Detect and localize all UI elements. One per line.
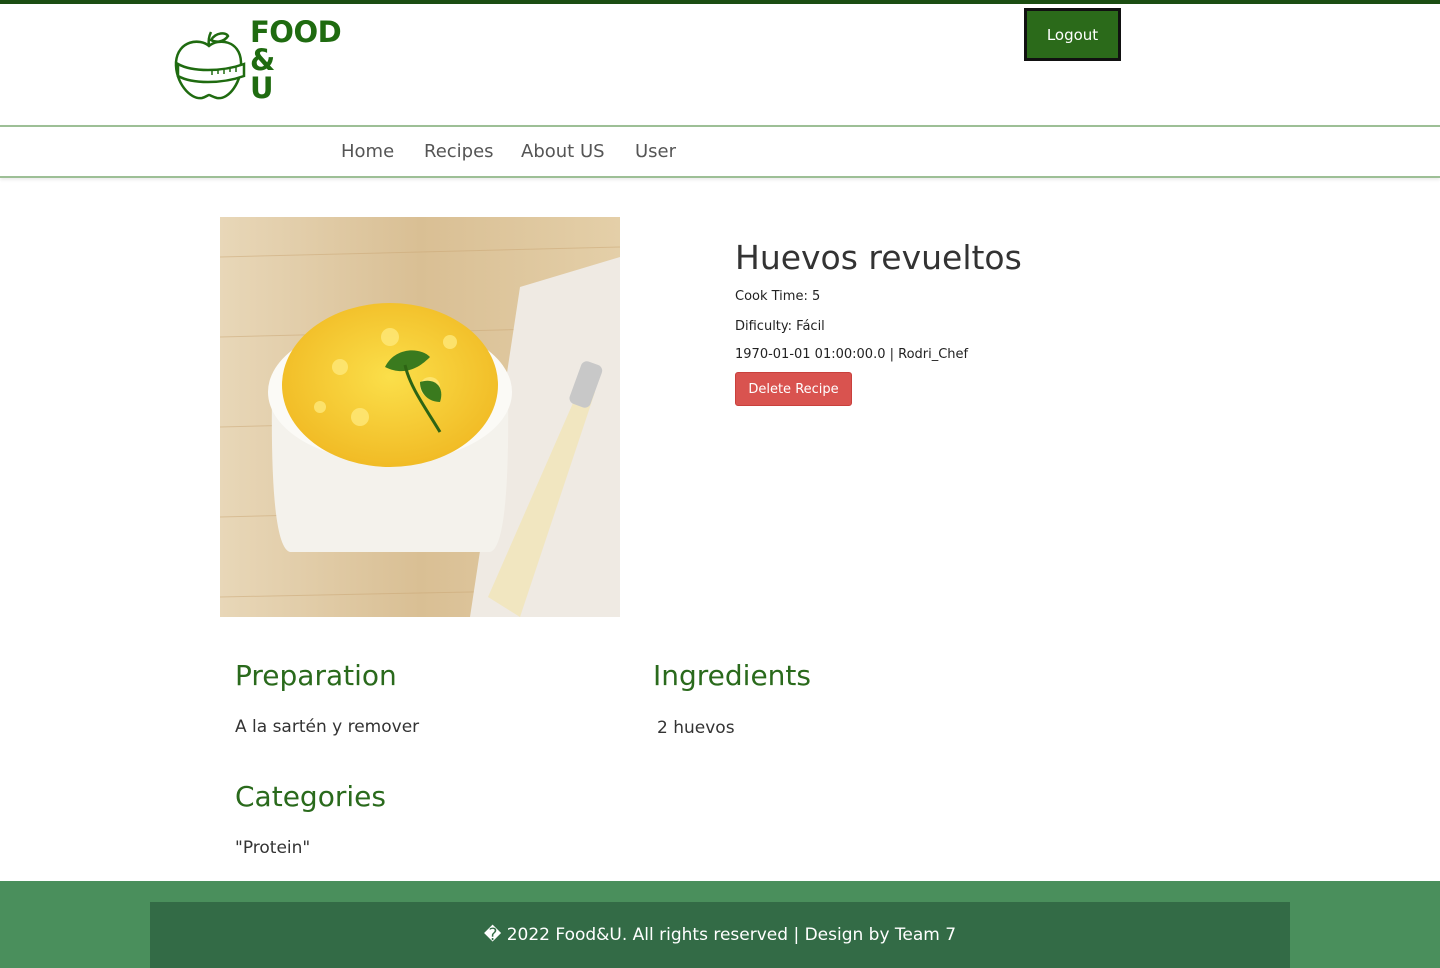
- logo-line-u: U: [250, 71, 274, 105]
- nav-item-recipes[interactable]: Recipes: [424, 141, 494, 162]
- categories-heading: Categories: [235, 780, 386, 813]
- footer-copyright: � 2022 Food&U. All rights reserved | Des…: [483, 925, 957, 945]
- nav-item-home[interactable]: Home: [341, 141, 394, 162]
- preparation-heading: Preparation: [235, 659, 397, 692]
- footer: � 2022 Food&U. All rights reserved | Des…: [0, 881, 1440, 968]
- recipe-image: [220, 217, 620, 617]
- categories-text: "Protein": [235, 838, 311, 858]
- logo-wordmark: FOOD & U: [250, 15, 342, 105]
- ingredients-text: 2 huevos: [657, 718, 735, 738]
- logo-line-food: FOOD: [250, 15, 342, 49]
- header: FOOD & U Logout: [0, 4, 1440, 125]
- preparation-text: A la sartén y remover: [235, 717, 420, 737]
- difficulty: Dificulty: Fácil: [735, 319, 825, 334]
- main-nav: Home Recipes About US User: [0, 125, 1440, 178]
- apple-measuring-tape-icon: [174, 31, 246, 100]
- scrambled-eggs-photo: [220, 217, 620, 617]
- nav-item-about-us[interactable]: About US: [521, 141, 605, 162]
- site-logo[interactable]: FOOD & U: [172, 18, 352, 110]
- cook-time: Cook Time: 5: [735, 289, 821, 304]
- recipe-title: Huevos revueltos: [735, 238, 1022, 277]
- footer-bar: � 2022 Food&U. All rights reserved | Des…: [150, 902, 1290, 968]
- nav-item-user[interactable]: User: [635, 141, 676, 162]
- date-author: 1970-01-01 01:00:00.0 | Rodri_Chef: [735, 347, 969, 362]
- logo-line-ampersand: &: [250, 43, 275, 77]
- ingredients-heading: Ingredients: [653, 659, 811, 692]
- delete-recipe-button[interactable]: Delete Recipe: [735, 372, 852, 406]
- logout-button[interactable]: Logout: [1024, 8, 1121, 61]
